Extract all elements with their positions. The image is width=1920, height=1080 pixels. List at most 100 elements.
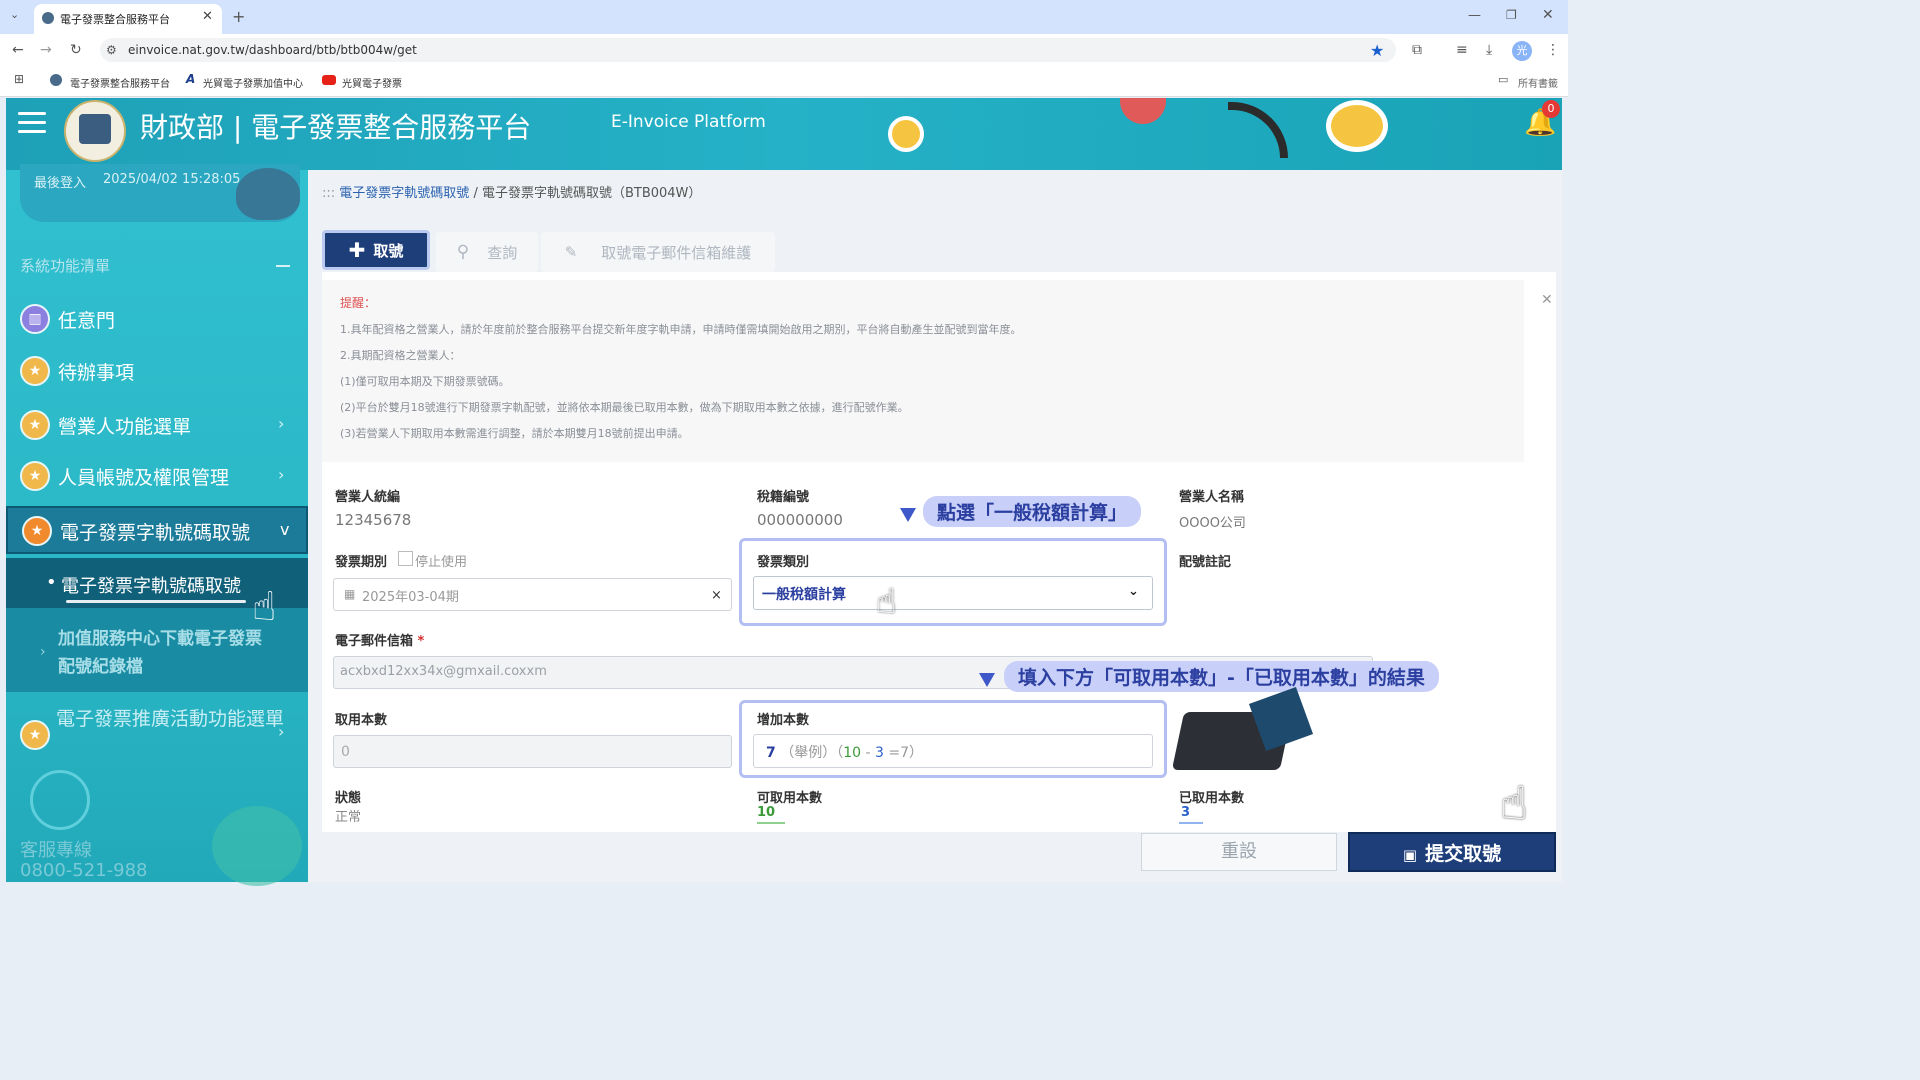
used-count-value: 3 (1181, 805, 1191, 820)
tab-get-number[interactable]: ✚ 取號 (322, 230, 430, 270)
hint-used: 3 (874, 745, 884, 761)
ministry-logo[interactable] (64, 100, 126, 162)
ban-value: 12345678 (335, 511, 412, 529)
restore-icon[interactable]: ❐ (1506, 8, 1517, 22)
tax-id-label: 稅籍編號 (757, 490, 810, 505)
period-label: 發票期別 (335, 555, 388, 570)
star-icon: ★ (20, 720, 50, 750)
extensions-icon[interactable]: ⧉ (1412, 42, 1422, 58)
reset-button[interactable]: 重設 (1141, 833, 1337, 871)
breadcrumb: ::: 電子發票字軌號碼取號 / 電子發票字軌號碼取號（BTB004W） (322, 182, 701, 201)
sidebar-item-invoice-number[interactable]: ★ 電子發票字軌號碼取號 v (6, 506, 308, 554)
bullet-icon: • (46, 572, 57, 593)
chevron-right-icon: › (278, 465, 285, 484)
tax-id-value: 000000000 (757, 511, 843, 529)
add-count-value: 7 (766, 745, 776, 761)
callout-fill-result: 填入下方「可取用本數」-「已取用本數」的結果 (1004, 661, 1439, 692)
notice-line: (1)僅可取用本期及下期發票號碼。 (340, 375, 510, 388)
map-icon: ▥ (20, 304, 50, 334)
all-bookmarks[interactable]: 所有書籤 (1518, 75, 1558, 90)
calendar-icon: ▦ (344, 587, 356, 601)
sidebar-item-todo[interactable]: ★ 待辦事項 (6, 348, 308, 394)
download-icon[interactable]: ⤓ (1486, 42, 1492, 58)
sidebar-item-promo[interactable]: ★ 電子發票推廣活動功能選單 › (6, 696, 308, 776)
bookmark-item[interactable]: 光貿電子發票加值中心 (203, 75, 303, 90)
used-count-label: 已取用本數 (1179, 791, 1245, 806)
folder-icon: ▭ (1498, 73, 1509, 86)
notice-title: 提醒： (340, 296, 377, 310)
url-text: einvoice.nat.gov.tw/dashboard/btb/btb004… (128, 43, 417, 57)
clear-icon[interactable]: × (711, 588, 722, 603)
coin-decoration-icon (888, 116, 924, 152)
breadcrumb-parent-link[interactable]: 電子發票字軌號碼取號 (339, 186, 469, 201)
section-title: 系統功能清單 (20, 257, 111, 275)
star-icon: ★ (22, 516, 52, 546)
youtube-icon (322, 75, 336, 85)
sidebar-item-label: 待辦事項 (58, 362, 135, 384)
sidebar-subitem-label-2: 配號紀錄檔 (58, 657, 143, 677)
bookmark-star-icon[interactable]: ★ (1370, 41, 1384, 60)
add-count-hint: （舉例）（ (780, 745, 844, 761)
value-underline (1179, 822, 1203, 824)
minimize-icon[interactable]: — (1468, 8, 1481, 23)
ban-label: 營業人統編 (335, 490, 401, 505)
sidebar-item-anywhere-door[interactable]: ▥ 任意門 (6, 296, 308, 342)
browser-tab[interactable]: 電子發票整合服務平台 ✕ (34, 4, 222, 34)
profile-avatar[interactable]: 光 (1512, 41, 1532, 61)
chevron-down-icon: v (280, 520, 290, 539)
site-title: 財政部 | 電子發票整合服務平台 (140, 111, 532, 144)
sidebar-item-label: 任意門 (58, 310, 116, 332)
sidebar-subitem-label: 加值服務中心下載電子發票 (58, 629, 262, 649)
star-icon: ★ (20, 410, 50, 440)
hamburger-menu-icon[interactable] (18, 112, 46, 134)
invoice-type-value: 一般稅額計算 (762, 587, 846, 603)
tab-email-maintenance[interactable]: ✎ 取號電子郵件信箱維護 (541, 232, 775, 272)
sidebar-item-business-menu[interactable]: ★ 營業人功能選單 › (6, 402, 308, 448)
sidebar-item-accounts[interactable]: ★ 人員帳號及權限管理 › (6, 453, 308, 499)
bookmark-item[interactable]: 電子發票整合服務平台 (70, 75, 170, 90)
hint-minus: - (861, 745, 875, 761)
submit-label: 提交取號 (1425, 843, 1502, 865)
pointer-hand-icon: ☝ (876, 582, 897, 622)
available-count-label: 可取用本數 (757, 791, 823, 806)
add-count-label: 增加本數 (757, 713, 810, 728)
close-icon[interactable]: ✕ (202, 9, 213, 24)
tab-list-icon[interactable]: ⌄ (10, 8, 19, 21)
notice-line: 2.具期配資格之營業人： (340, 349, 461, 362)
search-icon: ⚲ (456, 242, 470, 262)
menu-dots-icon[interactable]: ⋮ (1546, 42, 1560, 58)
forward-icon[interactable]: → (40, 42, 52, 58)
bookmark-item[interactable]: 光貿電子發票 (342, 75, 402, 90)
dollar-coin-decoration-icon (1326, 100, 1388, 152)
notification-badge: 0 (1542, 100, 1560, 118)
period-value: 2025年03-04期 (362, 590, 459, 605)
back-icon[interactable]: ← (12, 42, 24, 58)
required-mark: * (417, 634, 425, 649)
window-close-icon[interactable]: ✕ (1542, 7, 1554, 23)
breadcrumb-prefix: ::: (322, 186, 336, 201)
take-count-value: 0 (341, 744, 350, 760)
site-favicon-icon (50, 74, 62, 86)
reload-icon[interactable]: ↻ (70, 42, 82, 58)
sidebar-item-label: 營業人功能選單 (58, 416, 192, 438)
edit-icon: ✎ (564, 243, 578, 261)
last-login-label: 最後登入 (34, 176, 87, 191)
submit-button[interactable]: ▣ 提交取號 (1348, 832, 1556, 872)
tab-query[interactable]: ⚲ 查詢 (436, 232, 538, 272)
site-info-icon[interactable]: ⚙ (106, 43, 117, 57)
site-subtitle: E-Invoice Platform (611, 112, 766, 132)
tab-label: 取號 (373, 241, 404, 260)
service-label: 客服專線 (20, 840, 92, 861)
take-count-field[interactable] (333, 735, 732, 768)
last-login-value: 2025/04/02 15:28:05 (103, 172, 241, 187)
close-icon[interactable]: ✕ (1541, 292, 1553, 308)
tab-title: 電子發票整合服務平台 (60, 13, 170, 26)
service-phone: 0800-521-988 (20, 860, 148, 881)
new-tab-icon[interactable]: + (232, 7, 245, 26)
pointer-hand-icon: ☝ (1500, 776, 1529, 830)
reading-list-icon[interactable]: ≡ (1456, 42, 1468, 58)
collapse-icon[interactable] (276, 265, 290, 267)
tab-label: 查詢 (487, 243, 518, 262)
stop-use-checkbox[interactable] (398, 551, 413, 566)
apps-icon[interactable]: ⊞ (14, 72, 24, 86)
